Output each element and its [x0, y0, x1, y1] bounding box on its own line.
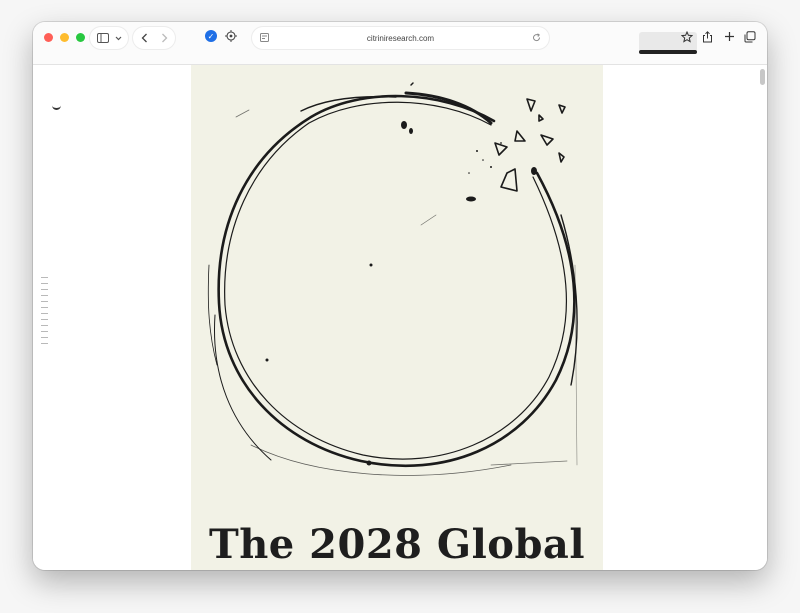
- share-icon[interactable]: [702, 31, 713, 43]
- chevron-down-icon: [115, 36, 121, 40]
- sidebar-toggle-button[interactable]: [90, 27, 128, 49]
- reload-icon[interactable]: [532, 33, 541, 42]
- page-content: The 2028 Global: [33, 65, 767, 570]
- forward-icon[interactable]: [161, 33, 168, 43]
- history-navigation: [133, 27, 175, 49]
- broken-circle-illustration: [207, 82, 578, 476]
- table-of-contents-rail[interactable]: [41, 277, 49, 349]
- scrollbar-thumb[interactable]: [760, 69, 765, 85]
- bookmark-star-icon[interactable]: [681, 31, 693, 43]
- close-window-button[interactable]: [44, 33, 53, 42]
- check-extension-icon[interactable]: ✓: [205, 30, 217, 42]
- cover-image: The 2028 Global: [191, 65, 603, 570]
- cover-title: The 2028 Global: [208, 521, 586, 568]
- zoom-window-button[interactable]: [76, 33, 85, 42]
- tab-overview-icon[interactable]: [744, 31, 756, 43]
- browser-toolbar: ✓ citriniresearch.com: [33, 22, 767, 65]
- minimize-window-button[interactable]: [60, 33, 69, 42]
- browser-window: ✓ citriniresearch.com The 2028 Global: [33, 22, 767, 570]
- traffic-lights: [44, 33, 85, 42]
- page-menu-icon[interactable]: [260, 33, 269, 42]
- back-icon[interactable]: [141, 33, 148, 43]
- url-text: citriniresearch.com: [366, 33, 435, 43]
- site-logo[interactable]: [52, 105, 61, 110]
- address-bar[interactable]: citriniresearch.com: [252, 27, 549, 49]
- new-tab-icon[interactable]: [724, 31, 735, 42]
- sidebar-icon: [96, 33, 109, 43]
- blurred-underline: [639, 50, 697, 54]
- target-extension-icon[interactable]: [225, 30, 237, 42]
